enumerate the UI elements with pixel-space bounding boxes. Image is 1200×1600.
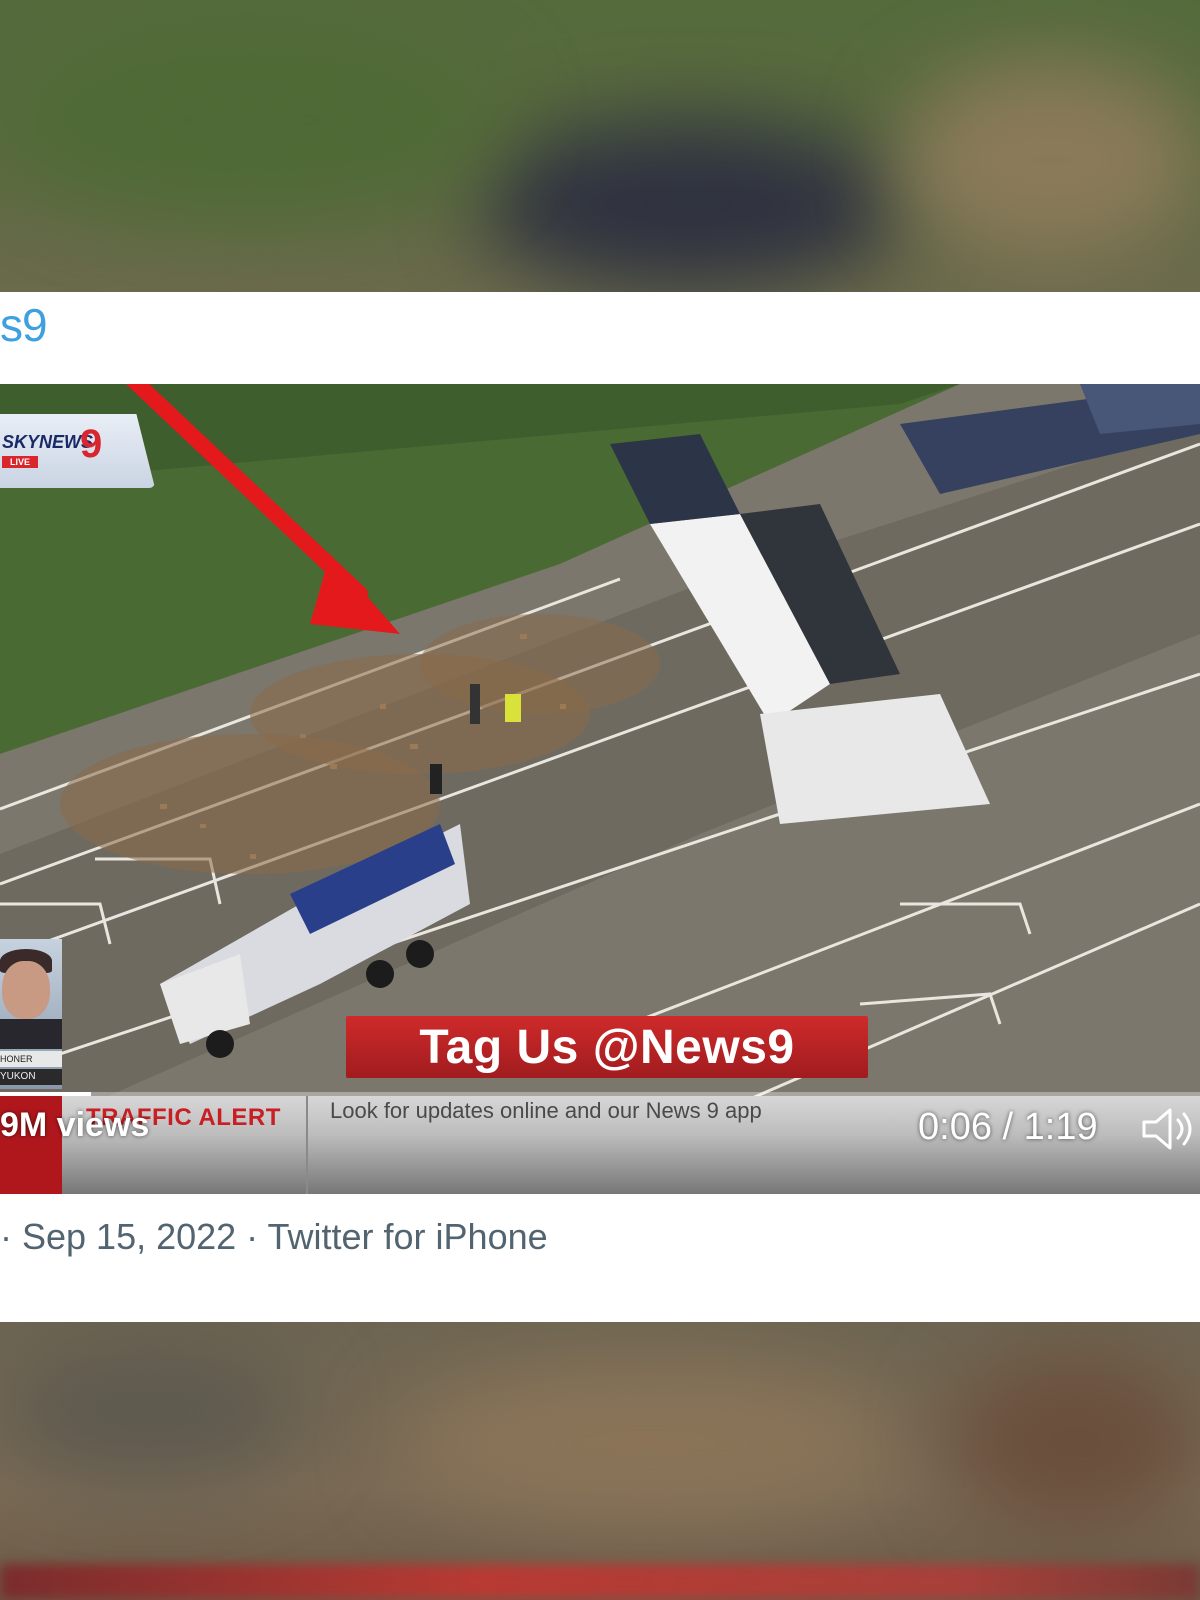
ticker-text: Look for updates online and our News 9 a… — [330, 1098, 762, 1123]
blurred-background-bottom — [0, 1322, 1200, 1600]
tag-us-text: Tag Us @News9 — [419, 1020, 795, 1074]
tweet-card: s9 SKYNEWS LIVE 9 HONER YUKON Tag Us @Ne… — [0, 292, 1200, 1322]
blurred-red-strip — [0, 1564, 1200, 1600]
ticker-divider — [306, 1096, 308, 1194]
volume-icon[interactable] — [1140, 1106, 1200, 1152]
tag-us-banner: Tag Us @News9 — [346, 1016, 868, 1078]
tweet-meta[interactable]: · Sep 15, 2022 · Twitter for iPhone — [0, 1216, 548, 1258]
tweet-header: s9 — [0, 292, 1200, 384]
red-arrow-annotation — [125, 384, 400, 634]
video-player[interactable]: SKYNEWS LIVE 9 HONER YUKON Tag Us @News9… — [0, 384, 1200, 1194]
account-handle[interactable]: s9 — [0, 298, 48, 352]
reporter-inset: HONER YUKON — [0, 939, 62, 1089]
reporter-face — [2, 961, 50, 1019]
reporter-location: YUKON — [0, 1069, 62, 1085]
video-view-count: 9M views — [0, 1106, 150, 1144]
reporter-name: HONER — [0, 1051, 62, 1067]
reporter-shirt — [0, 1019, 62, 1049]
blurred-background-top — [0, 0, 1200, 292]
video-timestamp: 0:06 / 1:19 — [918, 1106, 1098, 1148]
